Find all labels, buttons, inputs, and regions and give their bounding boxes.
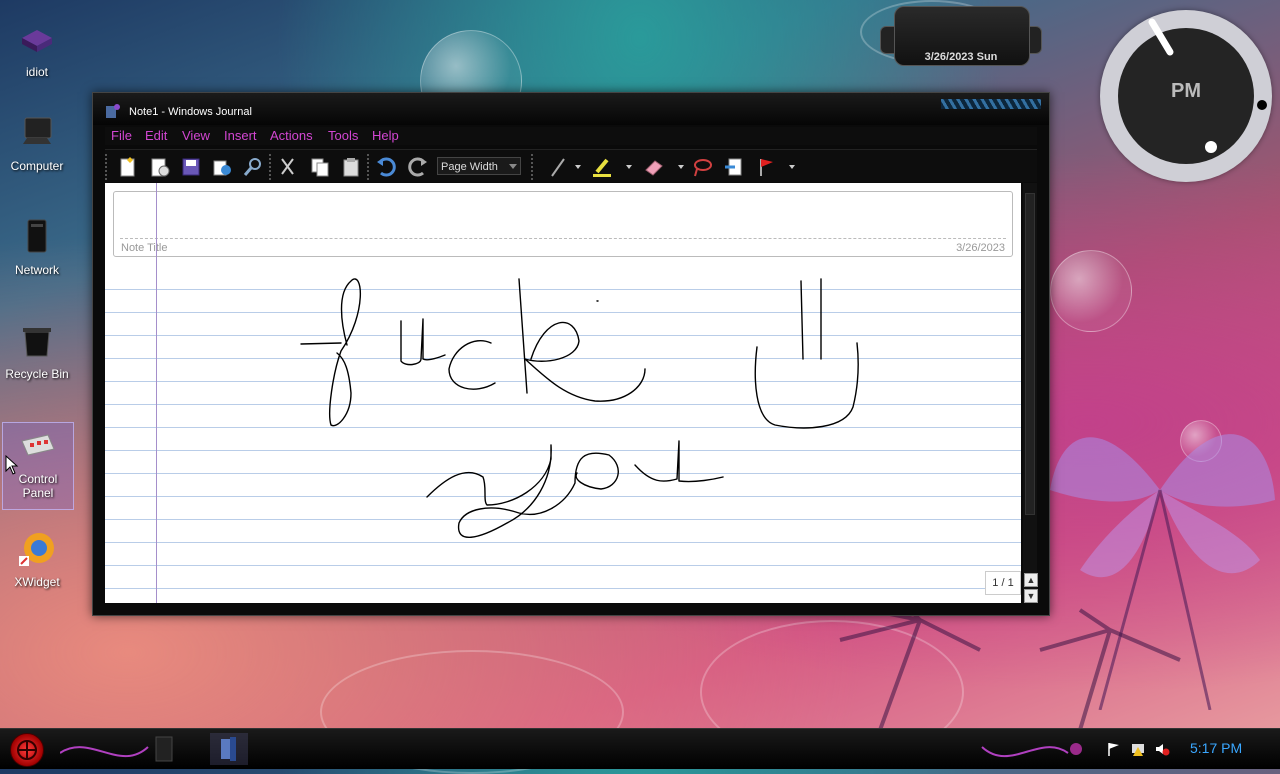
cut-icon[interactable] (277, 156, 299, 178)
recycle-bin-icon (23, 328, 51, 357)
copy-icon[interactable] (309, 156, 331, 178)
journal-window[interactable]: Note1 - Windows Journal File Edit View I… (92, 92, 1050, 616)
journal-app-icon (106, 104, 120, 118)
paste-icon[interactable] (340, 156, 362, 178)
pen-dropdown-icon[interactable] (575, 165, 581, 169)
lasso-select-icon[interactable] (691, 156, 713, 178)
desktop-icon-label: Computer (10, 159, 64, 173)
menu-tools[interactable]: Tools (328, 128, 358, 143)
menu-insert[interactable]: Insert (224, 128, 257, 143)
taskbar-swirl-left (60, 746, 149, 758)
vertical-scrollbar[interactable]: ▲ ▼ (1023, 183, 1038, 603)
page-counter: 1 / 1 (985, 571, 1021, 595)
toolbar: Page Width (105, 149, 1037, 182)
network-icon (27, 219, 47, 253)
scrollbar-thumb[interactable] (1025, 193, 1035, 515)
clock-gadget[interactable]: PM (1100, 10, 1272, 182)
flag-icon[interactable] (756, 156, 778, 178)
control-panel-icon (21, 434, 55, 456)
new-note-icon[interactable] (117, 156, 139, 178)
network-warning-icon[interactable] (1130, 741, 1146, 757)
chevron-down-icon (509, 164, 517, 169)
page-up-icon[interactable]: ▲ (1024, 573, 1038, 587)
menu-bar: File Edit View Insert Actions Tools Help (105, 127, 1037, 145)
desktop-icon-label: Network (14, 263, 59, 277)
menu-help[interactable]: Help (372, 128, 399, 143)
taskbar-app-explorer-icon[interactable] (145, 733, 183, 765)
undo-icon[interactable] (375, 156, 397, 178)
taskbar-app-journal-icon[interactable] (210, 733, 248, 765)
menu-actions[interactable]: Actions (270, 128, 313, 143)
title-bar[interactable]: Note1 - Windows Journal (93, 93, 1049, 125)
desktop-icon-label: Recycle Bin (5, 367, 69, 381)
date-gadget[interactable]: 3/26/2023 Sun (880, 4, 1042, 66)
zoom-select[interactable]: Page Width (437, 157, 521, 175)
windows-logo-icon (17, 740, 37, 760)
desktop-icon-label: Control Panel (18, 472, 58, 500)
find-icon[interactable] (242, 156, 264, 178)
window-title: Note1 - Windows Journal (129, 106, 252, 118)
open-note-icon[interactable] (149, 156, 171, 178)
desktop-icon-network[interactable]: Network (2, 218, 72, 277)
insert-space-icon[interactable] (723, 156, 745, 178)
action-center-flag-icon[interactable] (1106, 741, 1122, 757)
desktop-icon-recycle-bin[interactable]: Recycle Bin (2, 322, 72, 381)
note-page[interactable]: Note Title 3/26/2023 1 / 1 (105, 183, 1021, 603)
taskbar: 5:17 PM (0, 728, 1280, 769)
highlighter-icon[interactable] (591, 156, 613, 178)
start-button[interactable] (10, 733, 44, 767)
desktop-icon-xwidget[interactable]: XWidget (2, 530, 72, 589)
desktop-icon-label: idiot (25, 65, 48, 79)
taskbar-clock[interactable]: 5:17 PM (1190, 740, 1242, 756)
redo-icon[interactable] (407, 156, 429, 178)
eraser-dropdown-icon[interactable] (678, 165, 684, 169)
zoom-select-value: Page Width (441, 161, 498, 173)
save-icon[interactable] (180, 156, 202, 178)
eraser-icon[interactable] (643, 156, 665, 178)
palm-tree-decoration (839, 600, 1181, 730)
page-down-icon[interactable]: ▼ (1024, 589, 1038, 603)
volume-muted-icon[interactable] (1154, 741, 1170, 757)
menu-file[interactable]: File (111, 128, 132, 143)
toolbar-grip (105, 154, 107, 180)
send-icon[interactable] (211, 156, 233, 178)
date-gadget-text: 3/26/2023 Sun (924, 51, 998, 63)
handwritten-ink (300, 278, 859, 539)
mouse-cursor (5, 455, 19, 475)
xwidget-icon (19, 533, 54, 566)
desktop-icon-computer[interactable]: Computer (2, 114, 72, 173)
desktop-icon-label: XWidget (14, 575, 60, 589)
pen-icon[interactable] (547, 156, 569, 178)
rose-tray-icon[interactable] (1068, 741, 1084, 757)
folder-user-icon (22, 30, 52, 52)
computer-icon (23, 117, 52, 144)
desktop-icon-idiot[interactable]: idiot (2, 20, 72, 79)
taskbar-swirl-right (981, 746, 1069, 758)
menu-edit[interactable]: Edit (145, 128, 167, 143)
clock-period: PM (1171, 80, 1201, 102)
menu-view[interactable]: View (182, 128, 210, 143)
titlebar-decoration (941, 99, 1041, 109)
flag-dropdown-icon[interactable] (789, 165, 795, 169)
highlighter-dropdown-icon[interactable] (626, 165, 632, 169)
